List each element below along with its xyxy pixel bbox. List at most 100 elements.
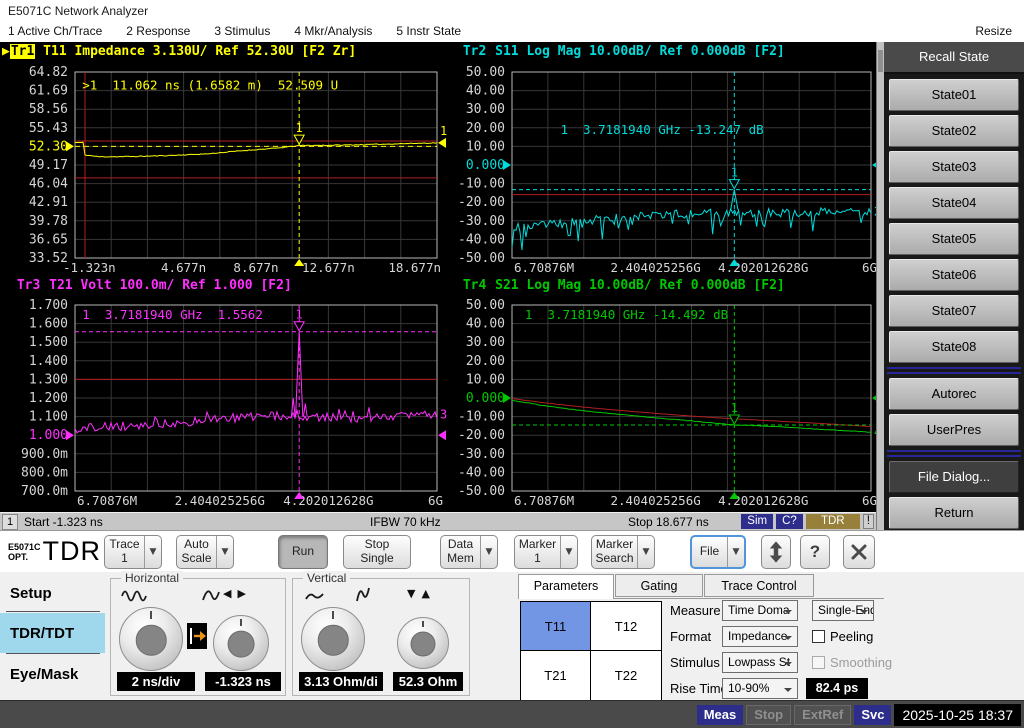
tdr-toolbar: E5071C OPT. TDR Trace 1▼Auto Scale▼RunSt… xyxy=(0,530,1024,572)
vertical-position-knob[interactable] xyxy=(397,617,449,669)
knob-tick xyxy=(150,611,152,619)
trace-header-tr2[interactable]: ▶Tr2 S11 Log Mag 10.00dB/ Ref 0.000dB [F… xyxy=(452,44,785,61)
softkey-state02[interactable]: State02 xyxy=(889,115,1019,147)
trace-plot-tr2[interactable]: ▶Tr2 S11 Log Mag 10.00dB/ Ref 0.000dB [F… xyxy=(446,42,876,276)
tab-eye-mask[interactable]: Eye/Mask xyxy=(10,666,78,683)
combo-rise-time[interactable]: 10-90% xyxy=(722,678,798,699)
trace-header-tr3[interactable]: ▶Tr3 T21 Volt 100.0m/ Ref 1.000 [F2] xyxy=(6,278,292,295)
horizontal-position-knob[interactable] xyxy=(213,615,269,671)
tab-tdr-tdt[interactable]: TDR/TDT xyxy=(10,625,74,642)
softkey-state04[interactable]: State04 xyxy=(889,187,1019,219)
svg-text:10.00: 10.00 xyxy=(466,372,505,387)
trace-header-text: S11 Log Mag 10.00dB/ Ref 0.000dB [F2] xyxy=(487,44,784,59)
toolbar-button-run[interactable]: Run xyxy=(278,535,328,569)
screen-scrollbar[interactable] xyxy=(876,42,884,530)
status-badge-stop: Stop xyxy=(746,705,791,725)
tab-setup[interactable]: Setup xyxy=(10,585,52,602)
menu-item-3[interactable]: 3 Stimulus xyxy=(214,24,270,38)
chevron-down-icon xyxy=(784,636,792,640)
combo-secondary-measure[interactable]: Single-End xyxy=(812,600,874,621)
horizontal-position-readout: -1.323 ns xyxy=(205,672,281,691)
chevron-down-icon[interactable]: ▼ xyxy=(216,536,233,568)
softkey-autorec[interactable]: Autorec xyxy=(889,378,1019,410)
vertical-scale-knob[interactable] xyxy=(301,607,365,671)
toolbar-button-marker-search[interactable]: Marker Search▼ xyxy=(591,535,655,569)
softkey-state08[interactable]: State08 xyxy=(889,331,1019,363)
svg-text:61.69: 61.69 xyxy=(29,84,68,99)
datetime-display: 2025-10-25 18:37 xyxy=(894,704,1021,726)
softkey-userpres[interactable]: UserPres xyxy=(889,414,1019,446)
trace-plot-tr3[interactable]: ▶Tr3 T21 Volt 100.0m/ Ref 1.000 [F2] 1.7… xyxy=(0,276,446,510)
instrument-screen: ▶Tr1 T11 Impedance 3.130U/ Ref 52.30U [F… xyxy=(0,42,876,512)
toolbar-button-updown[interactable] xyxy=(761,535,791,569)
toolbar-button-trace-select[interactable]: Trace 1▼ xyxy=(104,535,162,569)
combo-measure[interactable]: Time Doma xyxy=(722,600,798,621)
softkey-state07[interactable]: State07 xyxy=(889,295,1019,327)
menu-item-5[interactable]: 5 Instr State xyxy=(396,24,461,38)
trace-plot-tr4[interactable]: ▶Tr4 S21 Log Mag 10.00dB/ Ref 0.000dB [F… xyxy=(446,276,876,510)
tab-gating[interactable]: Gating xyxy=(615,574,703,597)
resize-button[interactable]: Resize xyxy=(975,24,1012,38)
softkey-file-dialog[interactable]: File Dialog... xyxy=(889,461,1019,493)
toolbar-button-label: Auto Scale xyxy=(177,538,216,566)
trace-chart-tr4: 50.0040.0030.0020.0010.000.000-10.00-20.… xyxy=(446,296,876,510)
menu-item-2[interactable]: 2 Response xyxy=(126,24,190,38)
toolbar-button-auto-scale[interactable]: Auto Scale▼ xyxy=(176,535,234,569)
svg-text:50.00: 50.00 xyxy=(466,298,505,313)
combo-stimulus[interactable]: Lowpass St xyxy=(722,652,798,673)
svg-text:1: 1 xyxy=(296,308,303,322)
softkey-state03[interactable]: State03 xyxy=(889,151,1019,183)
tab-parameters[interactable]: Parameters xyxy=(518,574,614,599)
toolbar-button-help[interactable]: ? xyxy=(800,535,830,569)
toolbar-button-label: Marker Search xyxy=(592,538,637,566)
matrix-cell-t12[interactable]: T12 xyxy=(591,602,661,651)
menu-item-4[interactable]: 4 Mkr/Analysis xyxy=(294,24,372,38)
svg-text:1.400: 1.400 xyxy=(29,354,68,369)
horizontal-scale-knob[interactable] xyxy=(119,607,183,671)
chevron-down-icon[interactable]: ▼ xyxy=(727,537,744,567)
softkey-state05[interactable]: State05 xyxy=(889,223,1019,255)
reference-position-icon[interactable] xyxy=(187,623,207,649)
chevron-down-icon[interactable]: ▼ xyxy=(637,536,654,568)
form-label-stimulus: Stimulus xyxy=(670,652,720,673)
chevron-down-icon[interactable]: ▼ xyxy=(560,536,577,568)
chevron-down-icon xyxy=(860,610,868,614)
vertical-group-label: Vertical xyxy=(303,571,350,585)
trace-header-tr1[interactable]: ▶Tr1 T11 Impedance 3.130U/ Ref 52.30U [F… xyxy=(0,44,356,61)
softkey-return[interactable]: Return xyxy=(889,497,1019,529)
chevron-down-icon[interactable]: ▼ xyxy=(480,536,497,568)
svg-text:1.100: 1.100 xyxy=(29,410,68,425)
toolbar-button-close[interactable] xyxy=(843,535,875,569)
chevron-down-icon[interactable]: ▼ xyxy=(144,536,161,568)
trace-header-tr4[interactable]: ▶Tr4 S21 Log Mag 10.00dB/ Ref 0.000dB [F… xyxy=(452,278,785,295)
softkey-separator xyxy=(887,367,1021,374)
knob-tick xyxy=(240,619,242,626)
toolbar-button-label: File xyxy=(692,545,727,559)
scrollbar-thumb[interactable] xyxy=(878,50,883,72)
toolbar-button-marker-select[interactable]: Marker 1▼ xyxy=(514,535,578,569)
svg-text:12.677n: 12.677n xyxy=(302,260,355,275)
combo-format[interactable]: Impedance xyxy=(722,626,798,647)
checkbox-peeling[interactable] xyxy=(812,630,825,643)
tab-trace-control[interactable]: Trace Control xyxy=(704,574,814,597)
svg-text:30.00: 30.00 xyxy=(466,335,505,350)
channel-badges: SimC?TDR! xyxy=(741,514,874,529)
menu-item-1[interactable]: 1 Active Ch/Trace xyxy=(8,24,102,38)
matrix-cell-t11[interactable]: T11 xyxy=(521,602,591,651)
knob-core xyxy=(411,632,436,657)
tab-divider xyxy=(6,653,100,654)
knob-tick xyxy=(422,621,424,628)
softkey-state01[interactable]: State01 xyxy=(889,79,1019,111)
svg-text:52.30: 52.30 xyxy=(29,139,68,154)
active-trace-arrow-icon: ▶ xyxy=(0,44,10,59)
toolbar-button-file[interactable]: File▼ xyxy=(690,535,746,569)
matrix-cell-t22[interactable]: T22 xyxy=(591,651,661,700)
toolbar-button-data-mem[interactable]: Data Mem▼ xyxy=(440,535,498,569)
status-badge-meas: Meas xyxy=(697,705,744,725)
softkey-state06[interactable]: State06 xyxy=(889,259,1019,291)
trace-plot-tr1[interactable]: ▶Tr1 T11 Impedance 3.130U/ Ref 52.30U [F… xyxy=(0,42,446,276)
svg-text:6.70876M: 6.70876M xyxy=(514,493,574,508)
toolbar-button-stop-single[interactable]: Stop Single xyxy=(343,535,411,569)
svg-text:4.202012628G: 4.202012628G xyxy=(718,493,808,508)
matrix-cell-t21[interactable]: T21 xyxy=(521,651,591,700)
